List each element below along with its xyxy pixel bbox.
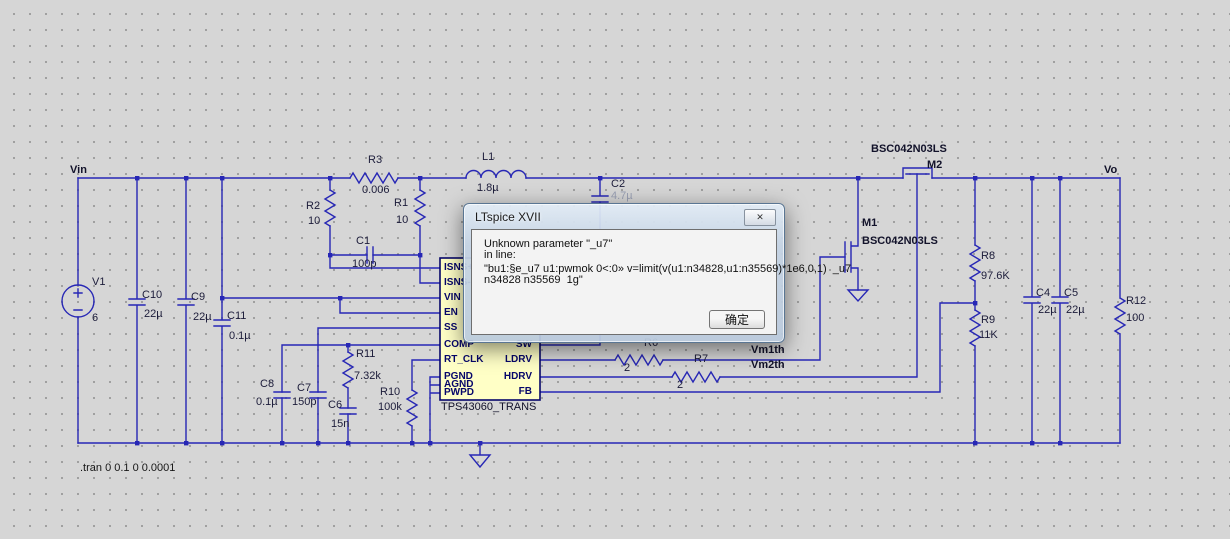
ltspice-schematic-window: .tran 0 0.1 0 0.0001 TPS43060_TRANS Vin V…: [0, 0, 1230, 539]
component-value-r8[interactable]: 97.6K: [981, 271, 1010, 282]
component-name-l1[interactable]: L1: [482, 152, 494, 163]
component-name-r2[interactable]: R2: [306, 201, 320, 212]
component-name-r10[interactable]: R10: [380, 387, 400, 398]
ic-pin-ldrv: LDRV: [504, 354, 532, 365]
component-value-r12[interactable]: 100: [1126, 313, 1144, 324]
component-value-c4[interactable]: 22µ: [1038, 305, 1057, 316]
component-name-c8[interactable]: C8: [260, 379, 274, 390]
component-value-c2[interactable]: 4.7µ: [611, 191, 633, 202]
component-name-c11[interactable]: C11: [227, 311, 246, 322]
ic-pin-hdrv: HDRV: [503, 371, 532, 382]
component-value-r3[interactable]: 0.006: [362, 185, 390, 196]
dialog-message-line: Unknown parameter "_u7": [484, 238, 613, 250]
ic-pin-vin: VIN: [444, 292, 461, 303]
component-name-c6[interactable]: C6: [328, 400, 342, 411]
net-label-vo[interactable]: Vo: [1104, 165, 1117, 176]
dialog-message-line: n34828 n35569 1g": [484, 274, 583, 286]
close-button[interactable]: ✕: [744, 209, 776, 226]
net-label-vm2th[interactable]: Vm2th: [751, 360, 785, 371]
ic-pin-ss: SS: [444, 322, 458, 333]
component-name-c2[interactable]: C2: [611, 179, 625, 190]
component-name-r7[interactable]: R7: [694, 354, 708, 365]
component-name-c7[interactable]: C7: [297, 383, 311, 394]
component-value-c1[interactable]: 100p: [352, 259, 376, 270]
component-value-r6[interactable]: 2: [624, 363, 630, 374]
component-name-r1[interactable]: R1: [394, 198, 408, 209]
component-name-c9[interactable]: C9: [191, 292, 205, 303]
component-value-c11[interactable]: 0.1µ: [229, 331, 251, 342]
component-value-c6[interactable]: 15n: [331, 419, 349, 430]
ic-name-label[interactable]: TPS43060_TRANS: [441, 402, 536, 413]
error-dialog: LTspice XVII ✕ Unknown parameter "_u7" i…: [463, 203, 851, 343]
close-icon: ✕: [756, 212, 764, 222]
component-name-c4[interactable]: C4: [1036, 288, 1050, 299]
component-name-r3[interactable]: R3: [368, 155, 382, 166]
component-value-r1[interactable]: 10: [396, 215, 408, 226]
dialog-title: LTspice XVII: [475, 210, 541, 224]
component-name-r11[interactable]: R11: [356, 349, 375, 360]
net-label-vin[interactable]: Vin: [70, 165, 87, 176]
component-name-r12[interactable]: R12: [1126, 296, 1146, 307]
ok-button[interactable]: 确定: [709, 310, 765, 329]
ic-pin-en: EN: [444, 307, 458, 318]
component-value-c8[interactable]: 0.1µ: [256, 397, 278, 408]
component-name-m2[interactable]: M2: [927, 160, 942, 171]
component-name-m1[interactable]: M1: [862, 218, 877, 229]
component-value-m2[interactable]: BSC042N03LS: [871, 144, 947, 155]
component-value-r10[interactable]: 100k: [378, 402, 402, 413]
component-value-l1[interactable]: 1.8µ: [477, 183, 499, 194]
component-name-v1[interactable]: V1: [92, 277, 105, 288]
spice-directive[interactable]: .tran 0 0.1 0 0.0001: [80, 463, 175, 474]
ic-pin-fb: FB: [518, 386, 532, 397]
component-value-r11[interactable]: 7.32k: [354, 371, 381, 382]
component-name-c10[interactable]: C10: [142, 290, 162, 301]
dialog-message: Unknown parameter "_u7" in line: "bu1:§e…: [484, 239, 851, 286]
component-value-r2[interactable]: 10: [308, 216, 320, 227]
dialog-body: Unknown parameter "_u7" in line: "bu1:§e…: [471, 229, 851, 335]
component-value-c10[interactable]: 22µ: [144, 309, 163, 320]
component-value-c5[interactable]: 22µ: [1066, 305, 1085, 316]
component-name-c1[interactable]: C1: [356, 236, 370, 247]
net-label-vm1th[interactable]: Vm1th: [751, 345, 785, 356]
component-name-r8[interactable]: R8: [981, 251, 995, 262]
component-name-r9[interactable]: R9: [981, 315, 995, 326]
component-value-m1[interactable]: BSC042N03LS: [862, 236, 938, 247]
component-value-c7[interactable]: 150p: [292, 397, 316, 408]
component-value-v1[interactable]: 6: [92, 313, 98, 324]
component-value-c9[interactable]: 22µ: [193, 312, 212, 323]
component-value-r9[interactable]: 11K: [979, 330, 998, 341]
component-value-r7[interactable]: 2: [677, 380, 683, 391]
component-name-c5[interactable]: C5: [1064, 288, 1078, 299]
dialog-message-line: in line:: [484, 249, 516, 261]
